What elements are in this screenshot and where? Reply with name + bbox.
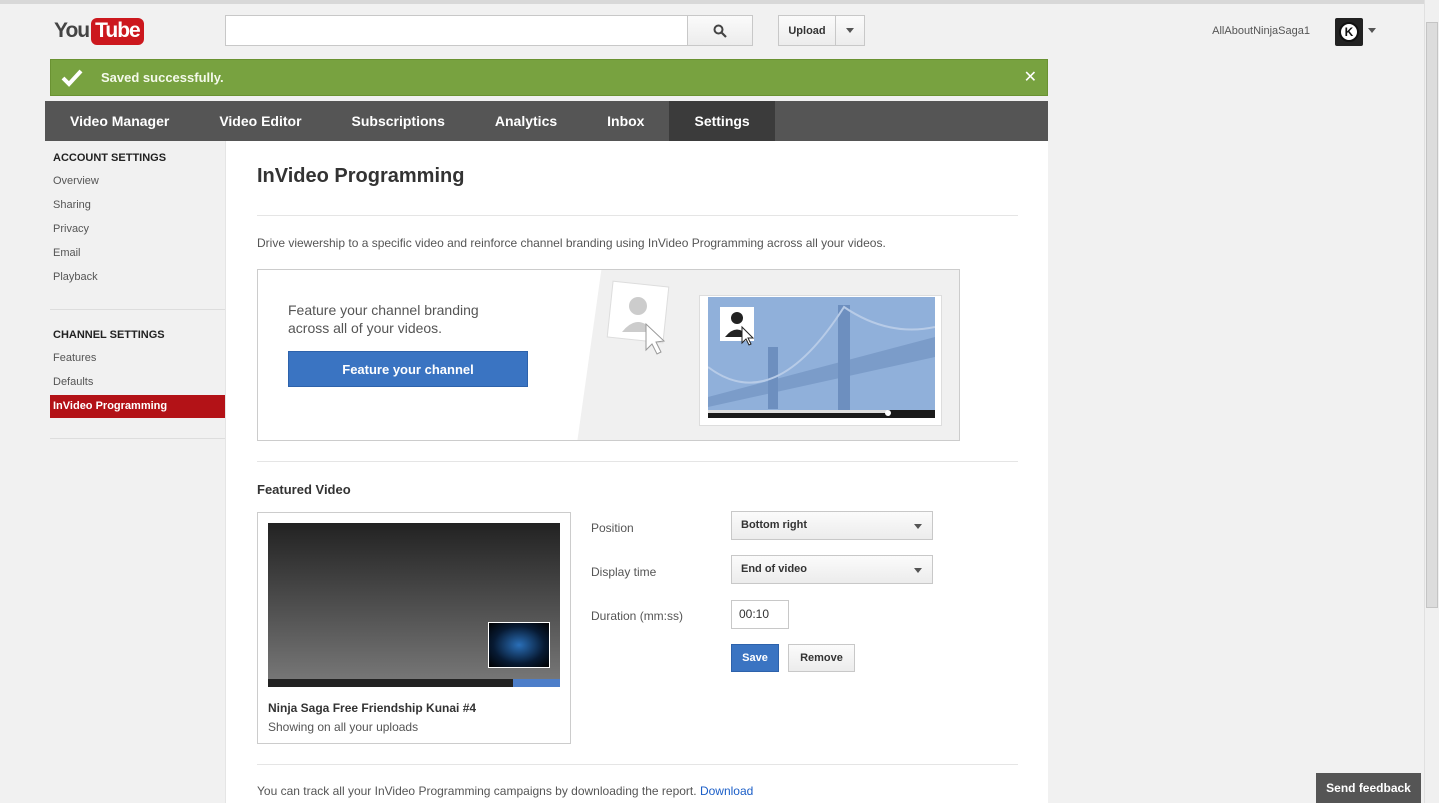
featured-video-subtitle: Showing on all your uploads [268,720,419,734]
divider [257,461,1018,462]
promo-text: Feature your channel branding across all… [288,302,479,336]
video-preview-frame [699,295,942,426]
scrollbar-thumb[interactable] [1426,22,1438,608]
settings-sidebar: ACCOUNT SETTINGS Overview Sharing Privac… [45,141,225,803]
sidebar-divider [50,309,225,310]
account-menu-chevron-icon[interactable] [1368,28,1376,33]
feature-channel-button[interactable]: Feature your channel [288,351,528,387]
featured-video-thumbnail [488,622,550,668]
search-button[interactable] [687,15,753,46]
top-bar: You Tube Upload AllAboutNinjaSaga1 K [0,0,1424,54]
search-icon [713,24,727,38]
position-select[interactable]: Bottom right [731,511,933,540]
alert-message: Saved successfully. [101,70,224,85]
creator-nav: Video Manager Video Editor Subscriptions… [45,101,1048,141]
account-settings-heading: ACCOUNT SETTINGS [53,152,167,164]
sidebar-item-privacy[interactable]: Privacy [53,223,89,235]
checkmark-icon [61,69,83,87]
feature-channel-promo: Feature your channel branding across all… [257,269,960,441]
bridge-illustration-icon [708,297,935,418]
sidebar-item-overview[interactable]: Overview [53,175,99,187]
display-time-select[interactable]: End of video [731,555,933,584]
download-link[interactable]: Download [700,784,753,798]
divider [257,764,1018,765]
divider [257,215,1018,216]
send-feedback-button[interactable]: Send feedback [1316,773,1421,803]
logo-tube: Tube [91,17,144,45]
sidebar-item-email[interactable]: Email [53,247,81,259]
tab-inbox[interactable]: Inbox [582,101,669,141]
close-icon[interactable]: ✕ [1024,67,1037,87]
display-time-value: End of video [741,563,807,575]
search-input[interactable] [225,15,688,46]
chevron-down-icon [914,568,922,573]
page-title: InVideo Programming [257,165,465,187]
tab-settings[interactable]: Settings [669,101,775,141]
video-progress-bar [268,679,560,687]
chevron-down-icon [914,524,922,529]
tab-video-editor[interactable]: Video Editor [194,101,326,141]
logo-you: You [54,19,90,42]
sidebar-item-invideo-programming[interactable]: InVideo Programming [50,395,225,418]
progress-fill [513,679,560,687]
sidebar-item-defaults[interactable]: Defaults [53,376,93,388]
duration-label: Duration (mm:ss) [591,609,684,623]
position-label: Position [591,521,634,535]
username-link[interactable]: AllAboutNinjaSaga1 [1212,25,1310,37]
save-button[interactable]: Save [731,644,779,672]
tab-analytics[interactable]: Analytics [470,101,582,141]
tab-video-manager[interactable]: Video Manager [45,101,194,141]
upload-button[interactable]: Upload [778,15,836,46]
upload-dropdown-button[interactable] [835,15,865,46]
tab-subscriptions[interactable]: Subscriptions [327,101,470,141]
duration-input[interactable]: 00:10 [731,600,789,629]
page-description: Drive viewership to a specific video and… [257,236,886,250]
youtube-logo[interactable]: You Tube [54,16,144,46]
success-alert: Saved successfully. ✕ [50,59,1048,96]
report-note-text: You can track all your InVideo Programmi… [257,784,697,798]
scrollbar[interactable] [1424,0,1439,803]
sidebar-item-playback[interactable]: Playback [53,271,98,283]
featured-video-title[interactable]: Ninja Saga Free Friendship Kunai #4 [268,701,476,715]
chevron-down-icon [846,28,854,33]
main-content: InVideo Programming Drive viewership to … [225,141,1048,803]
sidebar-item-features[interactable]: Features [53,352,96,364]
position-value: Bottom right [741,519,807,531]
channel-settings-heading: CHANNEL SETTINGS [53,329,165,341]
channel-avatar-cursor-icon [606,280,670,355]
display-time-label: Display time [591,565,657,579]
avatar[interactable]: K [1335,18,1363,46]
sidebar-item-sharing[interactable]: Sharing [53,199,91,211]
avatar-letter: K [1339,22,1359,42]
report-note: You can track all your InVideo Programmi… [257,784,753,798]
featured-video-card: Ninja Saga Free Friendship Kunai #4 Show… [257,512,571,744]
sidebar-divider [50,438,225,439]
remove-button[interactable]: Remove [788,644,855,672]
featured-video-heading: Featured Video [257,482,351,497]
